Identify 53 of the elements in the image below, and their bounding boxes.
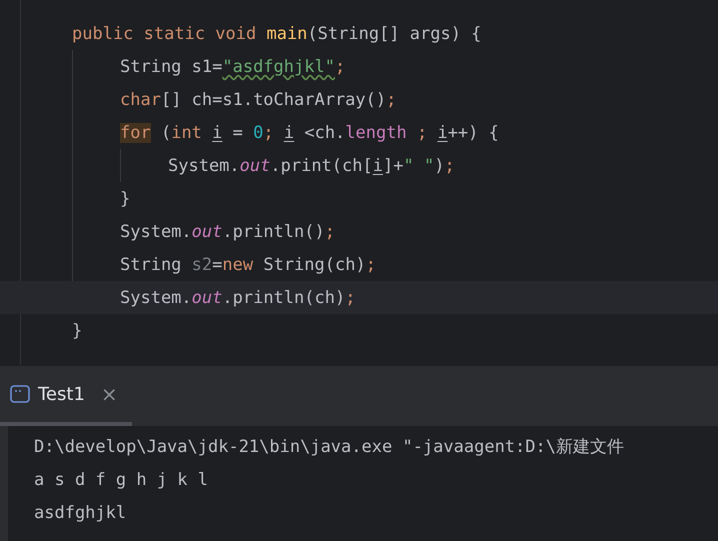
code-text: = <box>212 254 222 274</box>
code-punctuation: ; <box>386 90 396 110</box>
code-text: <ch. <box>303 122 346 142</box>
number-literal: 0 <box>253 122 264 142</box>
variable-name: i <box>437 122 448 142</box>
code-punctuation: ; <box>324 222 335 242</box>
highlighted-keyword: for <box>120 122 151 142</box>
code-text: System. <box>120 288 192 308</box>
code-text: [] ch=s1.toCharArray() <box>160 90 386 110</box>
method-name: main <box>266 24 308 44</box>
keyword-text: char <box>120 90 161 110</box>
code-text: String s1= <box>120 56 222 76</box>
code-text: ) <box>434 156 444 176</box>
run-tab[interactable]: Test1 × <box>0 366 132 426</box>
code-text: = <box>232 122 244 142</box>
code-text: System. <box>120 222 192 242</box>
code-text: ( <box>160 122 172 142</box>
code-punctuation: ; <box>416 122 428 142</box>
console-output-line: D:\develop\Java\jdk-21\bin\java.exe "-javaagent:D:\新建文件 <box>34 436 625 459</box>
code-text: } <box>120 188 130 208</box>
tab-label: Test1 <box>38 384 85 404</box>
keyword-text: public static void <box>72 24 258 44</box>
static-field: out <box>240 156 270 176</box>
console-icon <box>10 385 30 403</box>
unused-variable: s2 <box>192 254 212 274</box>
string-literal: " " <box>403 156 434 176</box>
close-icon[interactable]: × <box>100 382 118 406</box>
field-name: length <box>345 122 407 142</box>
code-text: String <box>120 254 182 274</box>
code-punctuation: ; <box>366 254 376 274</box>
variable-name: i <box>372 156 383 176</box>
string-literal: "asdfghjkl" <box>222 56 335 76</box>
static-field: out <box>192 288 222 308</box>
code-text: .println(ch) <box>222 288 346 308</box>
code-text: String(ch) <box>263 254 366 274</box>
code-text: System. <box>168 156 240 176</box>
console-output-line: asdfghjkl <box>34 502 128 524</box>
code-text: } <box>72 320 82 340</box>
code-punctuation: ; <box>334 56 346 76</box>
variable-name: i <box>212 122 222 142</box>
code-punctuation: ; <box>345 288 356 308</box>
keyword-text: int <box>171 122 203 142</box>
code-text: .println() <box>222 222 325 242</box>
variable-name: i <box>284 122 294 142</box>
console-output-line: a s d f g h j k l <box>34 468 209 492</box>
code-text: ++) { <box>448 122 499 142</box>
code-text: ]+ <box>382 156 404 176</box>
static-field: out <box>192 222 222 242</box>
code-punctuation: ; <box>444 156 455 176</box>
code-text: (String[] args) { <box>307 24 482 44</box>
keyword-text: new <box>222 254 254 274</box>
code-text: .print(ch[ <box>270 156 373 176</box>
code-punctuation: ; <box>263 122 275 142</box>
